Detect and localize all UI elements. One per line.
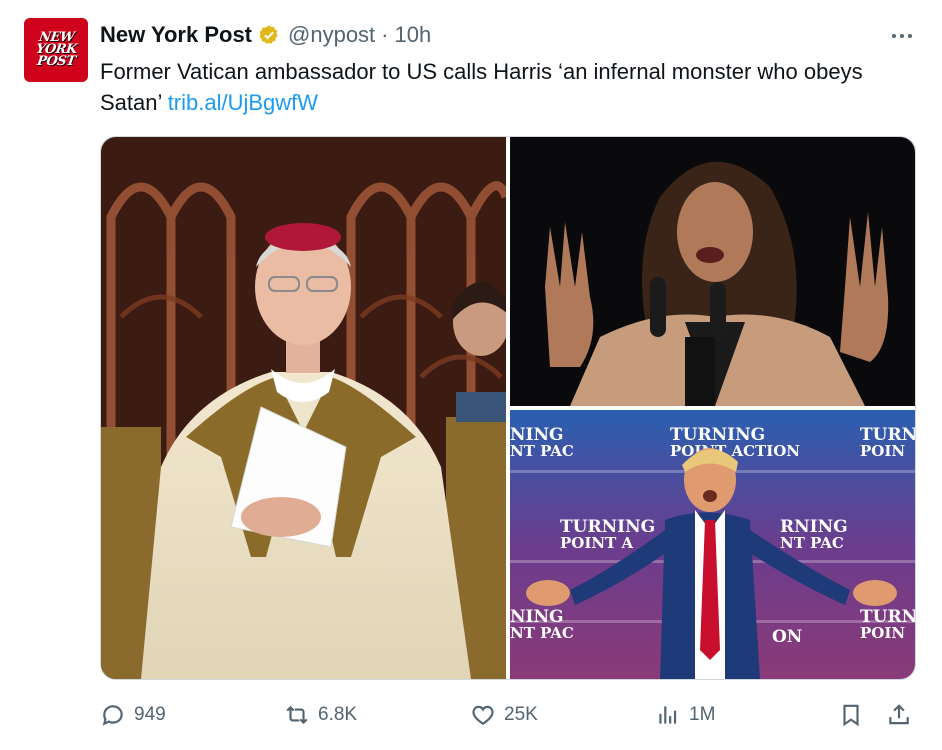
repost-button[interactable]: 6.8K — [284, 697, 357, 733]
action-bar: 949 6.8K 25K 1M — [100, 697, 920, 733]
handle[interactable]: @nypost — [288, 22, 375, 48]
views-icon — [659, 706, 677, 724]
bookmark-icon — [843, 704, 859, 727]
backdrop-text: POIN — [860, 442, 905, 460]
media-grid: NING NT PAC TURNING POINT ACTION TURN PO… — [100, 136, 916, 680]
reply-button[interactable]: 949 — [100, 697, 166, 733]
repost-count: 6.8K — [318, 704, 358, 725]
tweet-link[interactable]: trib.al/UjBgwfW — [168, 90, 318, 115]
tweet-text: Former Vatican ambassador to US calls Ha… — [100, 56, 900, 118]
backdrop-text: NT PAC — [510, 624, 574, 642]
repost-icon — [286, 705, 308, 725]
views-count: 1M — [689, 704, 716, 725]
like-button[interactable]: 25K — [470, 697, 538, 733]
avatar-text-line-3: POST — [35, 54, 77, 69]
verified-badge-icon[interactable] — [258, 24, 280, 46]
backdrop-text: ON — [772, 627, 802, 647]
backdrop-text: NT PAC — [510, 442, 574, 460]
share-icon — [889, 704, 909, 725]
timestamp[interactable]: 10h — [395, 22, 432, 48]
avatar-new-york-post[interactable]: NEW YORK POST — [24, 18, 88, 82]
backdrop-text: POINT ACTION — [670, 442, 800, 460]
display-name[interactable]: New York Post — [100, 22, 252, 48]
backdrop-text: POINT A — [560, 534, 633, 552]
more-icon[interactable] — [884, 22, 920, 50]
views-button[interactable]: 1M — [655, 697, 715, 733]
backdrop-text: POIN — [860, 624, 905, 642]
like-icon — [472, 705, 494, 725]
reply-count: 949 — [134, 704, 166, 725]
reply-icon — [102, 705, 123, 726]
trump-rally-photo[interactable]: NING NT PAC TURNING POINT ACTION TURN PO… — [510, 410, 915, 679]
like-count: 25K — [504, 704, 538, 725]
share-button[interactable] — [886, 697, 912, 733]
separator-dot: · — [381, 22, 389, 47]
archbishop-photo[interactable] — [101, 137, 506, 679]
bookmark-button[interactable] — [838, 697, 864, 733]
backdrop-text: NT PAC — [780, 534, 844, 552]
tweet-header: New York Post @nypost · 10h — [100, 20, 431, 50]
harris-speaking-photo[interactable] — [510, 137, 915, 406]
